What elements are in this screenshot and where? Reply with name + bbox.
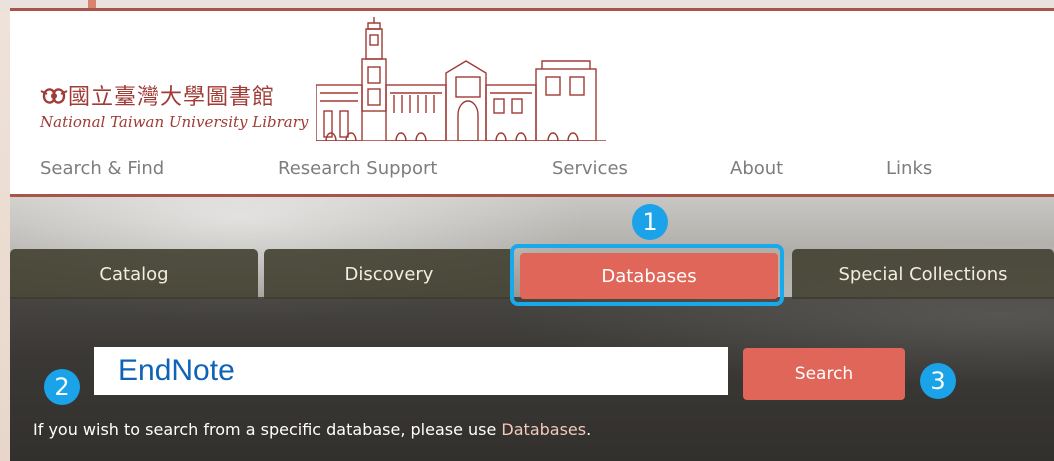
- databases-tab-highlight: [510, 244, 784, 306]
- nav-item-services[interactable]: Services: [552, 158, 628, 179]
- search-input[interactable]: [94, 347, 728, 395]
- step-1-badge: 1: [632, 204, 668, 240]
- ntu-emblem-icon: [40, 88, 68, 104]
- logo-area[interactable]: 國立臺灣大學圖書館 National Taiwan University Lib…: [10, 11, 1054, 151]
- search-hint: If you wish to search from a specific da…: [33, 420, 591, 439]
- nav-item-research-support[interactable]: Research Support: [278, 158, 437, 179]
- hint-text: If you wish to search from a specific da…: [33, 420, 502, 439]
- library-name-cn: 國立臺灣大學圖書館: [68, 85, 276, 110]
- step-2-badge: 2: [44, 369, 80, 405]
- tab-discovery[interactable]: Discovery: [264, 249, 514, 299]
- library-building-logo-icon: [316, 17, 606, 141]
- hint-suffix: .: [586, 420, 592, 439]
- nav-item-about[interactable]: About: [730, 158, 783, 179]
- library-name-en: National Taiwan University Library: [40, 113, 309, 131]
- step-3-badge: 3: [920, 363, 956, 399]
- main-nav: Search & Find Research Support Services …: [10, 158, 1054, 194]
- nav-item-search-find[interactable]: Search & Find: [40, 158, 164, 179]
- tab-special-collections[interactable]: Special Collections: [792, 249, 1054, 299]
- tab-catalog[interactable]: Catalog: [10, 249, 258, 299]
- search-button[interactable]: Search: [743, 348, 905, 400]
- databases-link[interactable]: Databases: [501, 420, 586, 439]
- nav-item-links[interactable]: Links: [886, 158, 932, 179]
